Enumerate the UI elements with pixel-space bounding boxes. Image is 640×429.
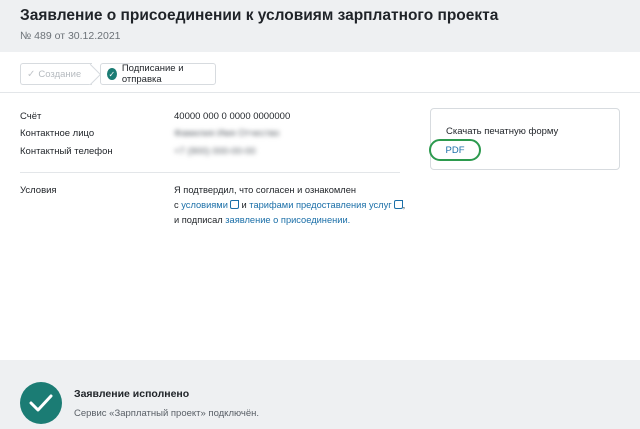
terms-and: и	[241, 200, 247, 210]
statement-link[interactable]: заявление о присоединении.	[225, 215, 350, 225]
page-title: Заявление о присоединении к условиям зар…	[20, 7, 499, 24]
account-label: Счёт	[20, 111, 42, 122]
external-link-icon[interactable]	[393, 200, 403, 209]
check-circle-icon: ✓	[107, 68, 117, 80]
step-create-label: Создание	[38, 68, 82, 80]
contact-phone-value: +7 (900) 000-00-00	[174, 146, 256, 157]
terms-label: Условия	[20, 185, 57, 196]
progress-steps: ✓ Создание ✓ Подписание и отправка	[20, 63, 216, 85]
terms-prefix: с	[174, 200, 179, 210]
document-number: № 489 от 30.12.2021	[20, 30, 121, 42]
download-label: Скачать печатную форму	[446, 126, 559, 137]
terms-line-3: и подписал заявление о присоединении.	[174, 213, 424, 228]
document-card: ✓ Создание ✓ Подписание и отправка Счёт …	[0, 52, 640, 360]
terms-line-1: Я подтвердил, что согласен и ознакомлен	[174, 185, 357, 195]
download-print-form-box: Скачать печатную форму PDF	[429, 108, 620, 170]
step-sign-and-send[interactable]: ✓ Подписание и отправка	[100, 63, 216, 85]
status-description: Сервис «Зарплатный проект» подключён.	[74, 407, 260, 419]
contact-phone-label: Контактный телефон	[20, 146, 113, 157]
account-value: 40000 000 0 0000 0000000	[174, 111, 291, 122]
divider	[20, 172, 400, 173]
contact-person-label: Контактное лицо	[20, 128, 95, 139]
status-text: Заявление исполнено Сервис «Зарплатный п…	[74, 388, 259, 419]
divider	[0, 92, 640, 93]
success-check-icon	[20, 382, 62, 424]
conditions-link[interactable]: условиями	[181, 200, 228, 210]
contact-person-value: Фамилия Имя Отчество	[174, 128, 280, 139]
step-sign-label: Подписание и отправка	[121, 63, 184, 85]
terms-line-2: с условиями и тарифами предоставления ус…	[174, 198, 424, 213]
checkmark-icon: ✓	[27, 68, 36, 80]
terms-text: Я подтвердил, что согласен и ознакомлен …	[174, 183, 424, 228]
terms-comma: ,	[402, 200, 406, 210]
page-header: Заявление о присоединении к условиям зар…	[20, 6, 498, 42]
terms-signed: и подписал	[174, 215, 223, 225]
step-create[interactable]: ✓ Создание	[20, 63, 92, 85]
pdf-download-button[interactable]: PDF	[429, 139, 481, 161]
status-title: Заявление исполнено	[74, 387, 190, 400]
external-link-icon[interactable]	[229, 200, 239, 209]
tariffs-link[interactable]: тарифами предоставления услуг	[249, 200, 391, 210]
status-banner: Заявление исполнено Сервис «Зарплатный п…	[20, 382, 259, 424]
